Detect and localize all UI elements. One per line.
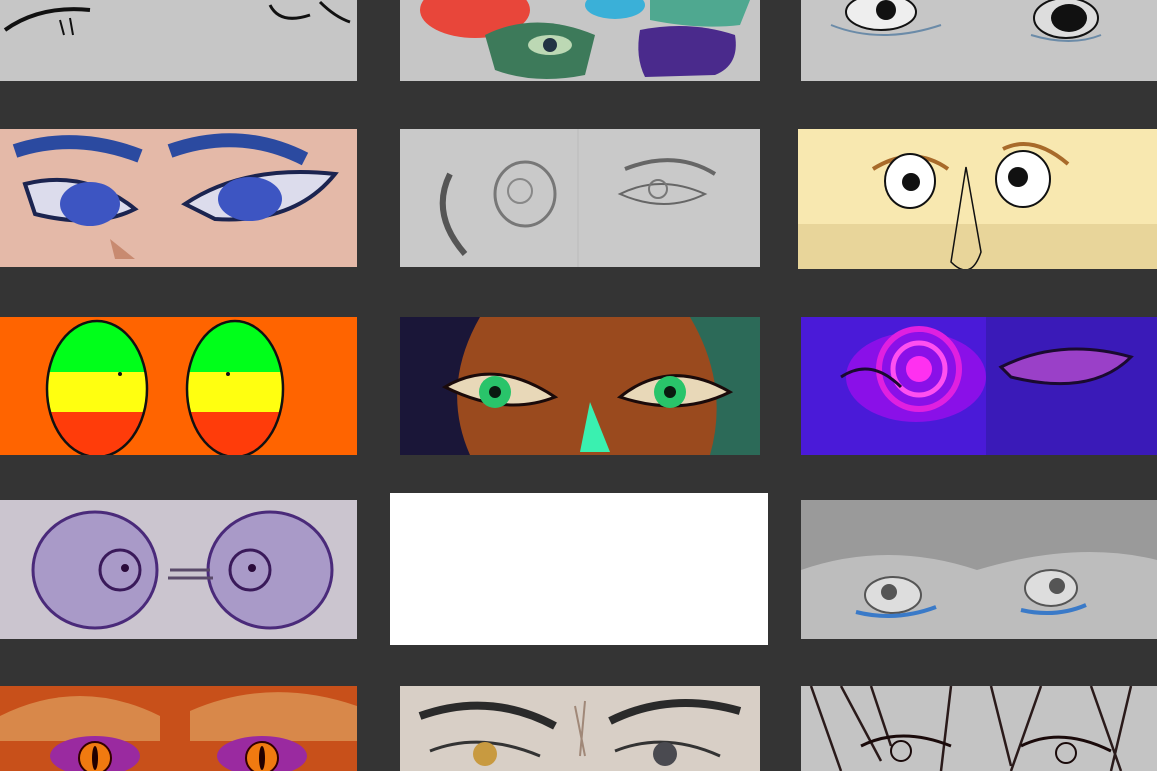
eye-art-tile-r4c1[interactable] <box>0 500 357 639</box>
grey-hair-eyes-image <box>801 500 1157 639</box>
eye-art-tile-r2c2[interactable] <box>400 129 760 267</box>
eye-art-tile-r2c1[interactable] <box>0 129 357 267</box>
green-eyes-image <box>400 317 760 455</box>
eye-art-tile-r5c2[interactable] <box>400 686 760 771</box>
cartoon-eyes-image <box>798 129 1157 269</box>
eye-art-tile-r2c3[interactable] <box>798 129 1157 269</box>
realistic-brows-image <box>400 686 760 771</box>
eye-art-tile-r5c3[interactable] <box>801 686 1157 771</box>
tricolor-eyes-image <box>0 317 357 455</box>
eye-art-tile-r5c1[interactable] <box>0 686 357 771</box>
eye-art-tile-r1c1[interactable] <box>0 0 357 81</box>
eye-art-tile-r3c2[interactable] <box>400 317 760 455</box>
purple-hypno-eyes-image <box>801 317 1157 455</box>
purple-round-eyes-image <box>0 500 357 639</box>
eye-art-tile-r1c2[interactable] <box>400 0 760 81</box>
pencil-eyes-image <box>400 129 760 267</box>
sketch-eyes-image <box>0 0 357 81</box>
multicolor-eyes-image <box>400 0 760 81</box>
teary-eyes-image <box>801 0 1157 81</box>
lineart-hair-eyes-image <box>801 686 1157 771</box>
eye-art-tile-r4c2-blank[interactable] <box>390 493 768 645</box>
eye-art-tile-r3c1[interactable] <box>0 317 357 455</box>
blue-anime-eyes-image <box>0 129 357 267</box>
eye-art-tile-r4c3[interactable] <box>801 500 1157 639</box>
eye-art-tile-r1c3[interactable] <box>801 0 1157 81</box>
dragon-eyes-image <box>0 686 357 771</box>
eye-art-tile-r3c3[interactable] <box>801 317 1157 455</box>
